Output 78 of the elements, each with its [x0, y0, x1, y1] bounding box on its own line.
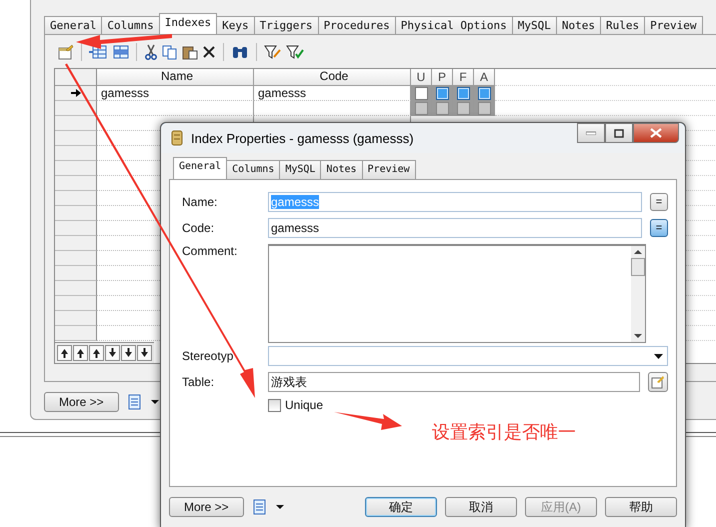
dropdown-field[interactable]: [268, 346, 668, 366]
copy-icon[interactable]: [162, 44, 178, 60]
tab[interactable]: General: [173, 157, 228, 179]
minimize-button[interactable]: [577, 123, 605, 143]
annotation-text: 设置索引是否唯一: [432, 421, 576, 444]
tab[interactable]: Indexes: [158, 13, 218, 34]
tab[interactable]: Rules: [600, 16, 646, 34]
delete-icon[interactable]: [202, 44, 216, 60]
dialog-button[interactable]: 取消: [445, 497, 517, 517]
paste-icon[interactable]: [182, 44, 198, 60]
table-cell: gamesss: [97, 86, 254, 101]
more-button[interactable]: More >>: [169, 497, 244, 517]
scroll-up-icon[interactable]: [634, 249, 642, 254]
scroll-down-icon[interactable]: [634, 334, 642, 339]
unique-checkbox[interactable]: [268, 398, 281, 412]
minimize-icon: [586, 131, 596, 135]
field-value: gamesss: [271, 195, 320, 209]
field-label: Stereotyp: [182, 349, 234, 363]
equals-button[interactable]: =: [650, 193, 668, 211]
checkbox[interactable]: [414, 87, 428, 100]
caret-icon[interactable]: [276, 504, 284, 510]
field-value: gamesss: [271, 221, 320, 235]
tab[interactable]: Notes: [320, 160, 363, 179]
checkbox-label: Unique: [285, 398, 324, 412]
checkbox[interactable]: [456, 87, 470, 100]
tab[interactable]: Preview: [644, 16, 702, 34]
window-title: Index Properties - gamesss (gamesss): [191, 130, 414, 146]
current-row-icon: [70, 89, 80, 97]
list-icon[interactable]: [252, 499, 268, 515]
filter-edit-icon[interactable]: [264, 44, 282, 60]
tab[interactable]: Procedures: [318, 16, 396, 34]
maximize-icon: [614, 128, 624, 138]
filter-check-icon[interactable]: [286, 44, 304, 60]
tab[interactable]: Physical Options: [394, 16, 513, 34]
field-label: Code:: [182, 221, 216, 235]
tab[interactable]: MySQL: [512, 16, 557, 34]
tab[interactable]: MySQL: [279, 160, 322, 179]
column-header: F: [453, 69, 474, 86]
scrollbar[interactable]: [631, 246, 645, 342]
field-label: Comment:: [182, 244, 238, 258]
row-header[interactable]: [55, 86, 97, 101]
index-icon: [171, 130, 183, 146]
tab[interactable]: Notes: [556, 16, 602, 34]
dialog-button[interactable]: 帮助: [605, 497, 677, 517]
dialog-button[interactable]: 确定: [365, 497, 437, 517]
properties-button[interactable]: [648, 372, 668, 392]
tab[interactable]: Columns: [226, 160, 280, 179]
add-row-icon[interactable]: [89, 44, 107, 60]
tab[interactable]: Preview: [362, 160, 416, 179]
tab[interactable]: Columns: [101, 16, 160, 34]
caret-icon: [654, 354, 663, 358]
input-field[interactable]: 游戏表: [268, 372, 640, 392]
column-header: Code: [254, 69, 411, 86]
close-icon: [650, 128, 662, 138]
insert-row-icon[interactable]: [111, 44, 129, 60]
field-label: Name:: [182, 195, 218, 209]
list-icon[interactable]: [126, 394, 143, 410]
cut-icon[interactable]: [144, 44, 158, 60]
checkbox[interactable]: [436, 87, 448, 100]
column-header: P: [432, 69, 453, 86]
maximize-button[interactable]: [605, 123, 633, 143]
close-button[interactable]: [633, 123, 679, 143]
more-button[interactable]: More >>: [44, 392, 119, 412]
tab[interactable]: General: [44, 16, 102, 34]
input-field[interactable]: gamesss: [268, 218, 642, 238]
checkbox[interactable]: [478, 87, 490, 100]
tab[interactable]: Keys: [216, 16, 255, 34]
column-header: Name: [97, 69, 254, 86]
field-label: Table:: [182, 375, 216, 389]
column-header: A: [474, 69, 495, 86]
binoculars-icon[interactable]: [231, 44, 249, 60]
comment-field[interactable]: [268, 244, 646, 343]
properties-icon[interactable]: [58, 44, 74, 60]
scroll-thumb[interactable]: [631, 258, 645, 276]
column-header: U: [411, 69, 432, 86]
tab[interactable]: Triggers: [254, 16, 319, 34]
annotation-arrow: [332, 410, 404, 432]
equals-button[interactable]: =: [650, 219, 668, 237]
